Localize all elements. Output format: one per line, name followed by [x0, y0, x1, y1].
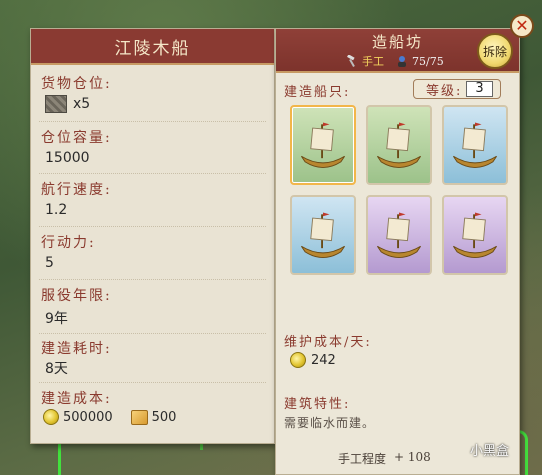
ship-icon [301, 212, 345, 259]
divider [39, 173, 266, 174]
shipyard-panel: 造船坊 手工 75/75 拆除 建造船只: 等级: 3 维护成本/天: 242 … [275, 28, 520, 475]
build-ships-label: 建造船只: [284, 85, 351, 100]
feature-text: 需要临水而建。 [284, 416, 376, 430]
wood-icon [130, 409, 148, 425]
divider [39, 333, 266, 334]
ship-card-2[interactable] [366, 105, 432, 185]
ship-card-5[interactable] [366, 195, 432, 275]
ship-card-4[interactable] [290, 195, 356, 275]
ship-card-1[interactable] [290, 105, 356, 185]
craft-value: + 108 [394, 450, 431, 464]
hammer-icon [347, 55, 355, 67]
divider [39, 382, 266, 383]
ship-title: 江陵木船 [31, 29, 274, 65]
shipyard-type: 手工 [362, 55, 384, 68]
ship-detail-panel: 江陵木船 货物仓位: x5 仓位容量: 15000 航行速度: 1.2 行动力:… [30, 28, 275, 444]
capacity-value: 15000 [45, 150, 90, 166]
cost-wood: 500 [151, 409, 177, 425]
service-value: 9年 [45, 311, 68, 327]
level-label: 等级: [426, 83, 463, 99]
close-icon[interactable]: ✕ [510, 14, 534, 38]
action-label: 行动力: [41, 235, 96, 251]
divider [39, 279, 266, 280]
ship-card-6[interactable] [442, 195, 508, 275]
build-cost-row: 500000 500 [43, 409, 176, 425]
build-cost-label: 建造成本: [41, 391, 112, 407]
coin-icon [290, 352, 306, 368]
ship-icon [453, 212, 497, 259]
level-value: 3 [466, 81, 493, 97]
ship-icon [377, 212, 421, 259]
craft-label: 手工程度 [338, 452, 387, 466]
cargo-label: 货物仓位: [41, 76, 112, 92]
ship-icon [377, 122, 421, 169]
shipyard-header: 造船坊 手工 75/75 拆除 [276, 29, 519, 73]
ship-card-3[interactable] [442, 105, 508, 185]
ship-icon [453, 122, 497, 169]
worker-count: 75/75 [412, 54, 444, 68]
demolish-button[interactable]: 拆除 [477, 33, 513, 69]
action-value: 5 [45, 255, 54, 271]
divider [39, 226, 266, 227]
build-time-label: 建造耗时: [41, 341, 112, 357]
maintenance-label: 维护成本/天: [284, 335, 372, 350]
speed-value: 1.2 [45, 202, 68, 218]
maintenance-row: 242 [290, 352, 336, 368]
capacity-label: 仓位容量: [41, 130, 112, 146]
coin-icon [43, 409, 59, 425]
level-box: 等级: 3 [413, 79, 501, 99]
worker-icon [398, 56, 406, 67]
service-label: 服役年限: [41, 288, 112, 304]
cost-coins: 500000 [63, 409, 113, 425]
feature-label: 建筑特性: [284, 397, 351, 412]
ship-icon [301, 122, 345, 169]
watermark-text: 小黑盒 [470, 444, 510, 459]
maintenance-value: 242 [311, 352, 336, 368]
craft-row: 手工程度 + 108 [338, 450, 431, 467]
build-time-value: 8天 [45, 361, 68, 377]
speed-label: 航行速度: [41, 182, 112, 198]
ship-grid [290, 105, 510, 275]
cargo-value: x5 [73, 96, 91, 112]
crate-icon [45, 95, 67, 113]
shipyard-subinfo: 手工 75/75 [346, 53, 444, 69]
divider [39, 121, 266, 122]
